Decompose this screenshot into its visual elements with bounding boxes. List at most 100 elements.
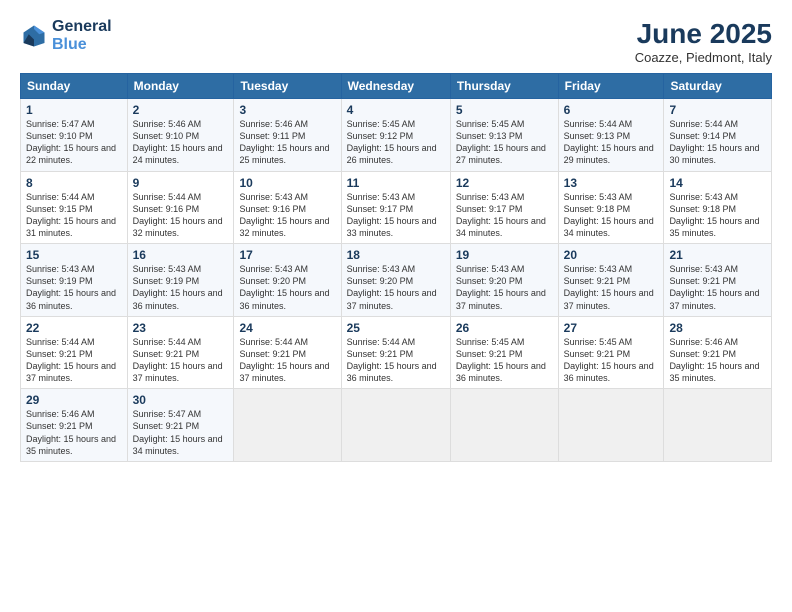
day-number: 29 xyxy=(26,393,122,407)
day-number: 10 xyxy=(239,176,335,190)
calendar-cell: 22Sunrise: 5:44 AMSunset: 9:21 PMDayligh… xyxy=(21,316,128,389)
calendar-table: Sunday Monday Tuesday Wednesday Thursday… xyxy=(20,73,772,462)
calendar-cell: 19 Sunrise: 5:43 AMSunset: 9:20 PMDayligh… xyxy=(450,244,558,317)
day-info: Sunrise: 5:44 AMSunset: 9:21 PMDaylight:… xyxy=(239,337,329,383)
calendar-cell: 16 Sunrise: 5:43 AMSunset: 9:19 PMDayligh… xyxy=(127,244,234,317)
calendar-cell: 13 Sunrise: 5:43 AMSunset: 9:18 PMDayligh… xyxy=(558,171,664,244)
day-info: Sunrise: 5:43 AMSunset: 9:17 PMDaylight:… xyxy=(456,192,546,238)
day-info: Sunrise: 5:44 AMSunset: 9:13 PMDaylight:… xyxy=(564,119,654,165)
day-number: 3 xyxy=(239,103,335,117)
calendar-week-4: 22 Sunrise: 5:44 AMSunset: 9:21 PMDayligh… xyxy=(21,316,772,389)
col-thursday: Thursday xyxy=(450,74,558,99)
calendar-cell: 27 Sunrise: 5:45 AMSunset: 9:21 PMDayligh… xyxy=(558,316,664,389)
calendar-cell: 20 Sunrise: 5:43 AMSunset: 9:21 PMDayligh… xyxy=(558,244,664,317)
day-number: 19 xyxy=(456,248,553,262)
day-info: Sunrise: 5:43 AMSunset: 9:20 PMDaylight:… xyxy=(347,264,437,310)
day-number: 12 xyxy=(456,176,553,190)
day-info: Sunrise: 5:45 AMSunset: 9:21 PMDaylight:… xyxy=(456,337,546,383)
calendar-cell xyxy=(450,389,558,462)
calendar-cell xyxy=(664,389,772,462)
calendar-week-2: 8Sunrise: 5:44 AMSunset: 9:15 PMDaylight… xyxy=(21,171,772,244)
day-number: 28 xyxy=(669,321,766,335)
day-info: Sunrise: 5:43 AMSunset: 9:18 PMDaylight:… xyxy=(564,192,654,238)
day-number: 9 xyxy=(133,176,229,190)
calendar-header-row: Sunday Monday Tuesday Wednesday Thursday… xyxy=(21,74,772,99)
logo-line1: General xyxy=(52,18,112,36)
day-info: Sunrise: 5:45 AMSunset: 9:12 PMDaylight:… xyxy=(347,119,437,165)
calendar-cell: 26 Sunrise: 5:45 AMSunset: 9:21 PMDayligh… xyxy=(450,316,558,389)
day-info: Sunrise: 5:43 AMSunset: 9:21 PMDaylight:… xyxy=(564,264,654,310)
day-info: Sunrise: 5:47 AMSunset: 9:21 PMDaylight:… xyxy=(133,409,223,455)
logo-icon xyxy=(20,22,48,50)
col-sunday: Sunday xyxy=(21,74,128,99)
calendar-cell: 18 Sunrise: 5:43 AMSunset: 9:20 PMDayligh… xyxy=(341,244,450,317)
day-number: 11 xyxy=(347,176,445,190)
day-number: 5 xyxy=(456,103,553,117)
day-number: 14 xyxy=(669,176,766,190)
main-title: June 2025 xyxy=(635,18,772,50)
col-tuesday: Tuesday xyxy=(234,74,341,99)
day-number: 20 xyxy=(564,248,659,262)
day-number: 4 xyxy=(347,103,445,117)
day-number: 13 xyxy=(564,176,659,190)
day-info: Sunrise: 5:46 AMSunset: 9:21 PMDaylight:… xyxy=(26,409,116,455)
calendar-cell: 5 Sunrise: 5:45 AMSunset: 9:13 PMDaylight… xyxy=(450,99,558,172)
header: General Blue June 2025 Coazze, Piedmont,… xyxy=(20,18,772,65)
calendar-cell: 1Sunrise: 5:47 AMSunset: 9:10 PMDaylight… xyxy=(21,99,128,172)
calendar-cell: 10 Sunrise: 5:43 AMSunset: 9:16 PMDayligh… xyxy=(234,171,341,244)
day-number: 2 xyxy=(133,103,229,117)
calendar-cell xyxy=(341,389,450,462)
calendar-cell: 8Sunrise: 5:44 AMSunset: 9:15 PMDaylight… xyxy=(21,171,128,244)
page: General Blue June 2025 Coazze, Piedmont,… xyxy=(0,0,792,612)
day-info: Sunrise: 5:43 AMSunset: 9:19 PMDaylight:… xyxy=(133,264,223,310)
calendar-cell: 17 Sunrise: 5:43 AMSunset: 9:20 PMDayligh… xyxy=(234,244,341,317)
calendar-cell: 23Sunrise: 5:44 AMSunset: 9:21 PMDayligh… xyxy=(127,316,234,389)
calendar-cell xyxy=(234,389,341,462)
day-number: 7 xyxy=(669,103,766,117)
day-number: 17 xyxy=(239,248,335,262)
calendar-cell: 25Sunrise: 5:44 AMSunset: 9:21 PMDayligh… xyxy=(341,316,450,389)
day-number: 22 xyxy=(26,321,122,335)
day-info: Sunrise: 5:45 AMSunset: 9:13 PMDaylight:… xyxy=(456,119,546,165)
day-info: Sunrise: 5:43 AMSunset: 9:16 PMDaylight:… xyxy=(239,192,329,238)
day-info: Sunrise: 5:43 AMSunset: 9:18 PMDaylight:… xyxy=(669,192,759,238)
calendar-cell: 28Sunrise: 5:46 AMSunset: 9:21 PMDayligh… xyxy=(664,316,772,389)
day-info: Sunrise: 5:43 AMSunset: 9:20 PMDaylight:… xyxy=(239,264,329,310)
day-number: 6 xyxy=(564,103,659,117)
calendar-week-1: 1Sunrise: 5:47 AMSunset: 9:10 PMDaylight… xyxy=(21,99,772,172)
day-info: Sunrise: 5:44 AMSunset: 9:21 PMDaylight:… xyxy=(133,337,223,383)
logo: General Blue xyxy=(20,18,112,53)
col-saturday: Saturday xyxy=(664,74,772,99)
day-info: Sunrise: 5:44 AMSunset: 9:14 PMDaylight:… xyxy=(669,119,759,165)
logo-line2: Blue xyxy=(52,36,112,54)
col-monday: Monday xyxy=(127,74,234,99)
day-info: Sunrise: 5:44 AMSunset: 9:16 PMDaylight:… xyxy=(133,192,223,238)
day-info: Sunrise: 5:46 AMSunset: 9:10 PMDaylight:… xyxy=(133,119,223,165)
day-number: 26 xyxy=(456,321,553,335)
col-friday: Friday xyxy=(558,74,664,99)
calendar-week-5: 29 Sunrise: 5:46 AMSunset: 9:21 PMDayligh… xyxy=(21,389,772,462)
day-info: Sunrise: 5:45 AMSunset: 9:21 PMDaylight:… xyxy=(564,337,654,383)
day-info: Sunrise: 5:43 AMSunset: 9:19 PMDaylight:… xyxy=(26,264,116,310)
day-number: 27 xyxy=(564,321,659,335)
day-info: Sunrise: 5:46 AMSunset: 9:11 PMDaylight:… xyxy=(239,119,329,165)
day-info: Sunrise: 5:43 AMSunset: 9:17 PMDaylight:… xyxy=(347,192,437,238)
subtitle: Coazze, Piedmont, Italy xyxy=(635,50,772,65)
col-wednesday: Wednesday xyxy=(341,74,450,99)
day-number: 16 xyxy=(133,248,229,262)
day-number: 1 xyxy=(26,103,122,117)
calendar-week-3: 15Sunrise: 5:43 AMSunset: 9:19 PMDayligh… xyxy=(21,244,772,317)
calendar-cell: 11 Sunrise: 5:43 AMSunset: 9:17 PMDayligh… xyxy=(341,171,450,244)
calendar-cell xyxy=(558,389,664,462)
day-number: 8 xyxy=(26,176,122,190)
day-info: Sunrise: 5:44 AMSunset: 9:21 PMDaylight:… xyxy=(347,337,437,383)
calendar-cell: 12 Sunrise: 5:43 AMSunset: 9:17 PMDayligh… xyxy=(450,171,558,244)
day-number: 18 xyxy=(347,248,445,262)
calendar-cell: 15Sunrise: 5:43 AMSunset: 9:19 PMDayligh… xyxy=(21,244,128,317)
calendar-cell: 21Sunrise: 5:43 AMSunset: 9:21 PMDayligh… xyxy=(664,244,772,317)
calendar-cell: 2 Sunrise: 5:46 AMSunset: 9:10 PMDaylight… xyxy=(127,99,234,172)
calendar-cell: 14 Sunrise: 5:43 AMSunset: 9:18 PMDayligh… xyxy=(664,171,772,244)
day-info: Sunrise: 5:43 AMSunset: 9:20 PMDaylight:… xyxy=(456,264,546,310)
day-number: 21 xyxy=(669,248,766,262)
calendar-cell: 29 Sunrise: 5:46 AMSunset: 9:21 PMDayligh… xyxy=(21,389,128,462)
